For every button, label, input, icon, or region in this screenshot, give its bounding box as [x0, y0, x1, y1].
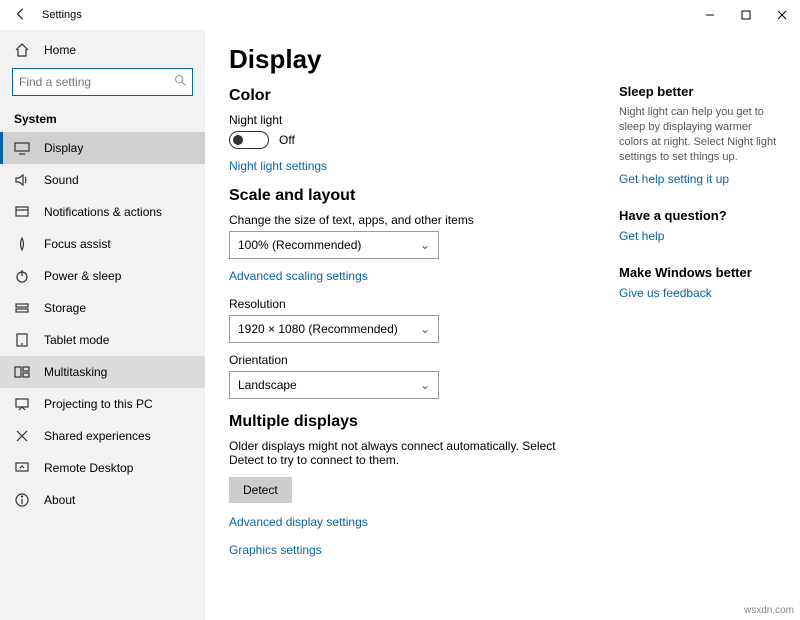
chevron-down-icon: ⌄ [420, 238, 430, 252]
sidebar-item-label: Storage [44, 301, 86, 315]
sidebar-item-multitasking[interactable]: Multitasking [0, 356, 205, 388]
orientation-value: Landscape [238, 378, 297, 392]
shared-icon [14, 428, 30, 444]
sidebar-item-projecting[interactable]: Projecting to this PC [0, 388, 205, 420]
scale-size-label: Change the size of text, apps, and other… [229, 213, 619, 227]
sidebar-item-label: Tablet mode [44, 333, 109, 347]
tablet-icon [14, 332, 30, 348]
chevron-down-icon: ⌄ [420, 322, 430, 336]
home-label: Home [44, 43, 76, 57]
sidebar-group-label: System [0, 108, 205, 132]
advanced-scaling-link[interactable]: Advanced scaling settings [229, 269, 619, 283]
scale-dropdown[interactable]: 100% (Recommended) ⌄ [229, 231, 439, 259]
sidebar-item-about[interactable]: About [0, 484, 205, 516]
toggle-state: Off [279, 133, 295, 147]
display-icon [14, 140, 30, 156]
sidebar-item-label: Power & sleep [44, 269, 121, 283]
get-help-link[interactable]: Get help [619, 229, 781, 243]
minimize-button[interactable] [692, 0, 728, 30]
night-light-toggle[interactable] [229, 131, 269, 149]
about-icon [14, 492, 30, 508]
sidebar-item-power-sleep[interactable]: Power & sleep [0, 260, 205, 292]
titlebar: Settings [0, 0, 800, 30]
search-icon [174, 74, 187, 90]
sidebar-item-shared-experiences[interactable]: Shared experiences [0, 420, 205, 452]
detect-button[interactable]: Detect [229, 477, 292, 503]
home-icon [14, 42, 30, 58]
right-column: Sleep better Night light can help you ge… [619, 44, 789, 620]
search-field[interactable] [19, 75, 174, 89]
window-title: Settings [42, 9, 82, 21]
multiple-displays-desc: Older displays might not always connect … [229, 439, 589, 467]
sidebar-item-label: Notifications & actions [44, 205, 162, 219]
notifications-icon [14, 204, 30, 220]
sleep-better-desc: Night light can help you get to sleep by… [619, 105, 781, 164]
sidebar-item-label: Shared experiences [44, 429, 151, 443]
back-icon[interactable] [14, 7, 28, 24]
multitasking-icon [14, 364, 30, 380]
sidebar-item-label: Projecting to this PC [44, 397, 153, 411]
sidebar-item-label: About [44, 493, 75, 507]
sidebar-item-label: Display [44, 141, 83, 155]
search-input[interactable] [12, 68, 193, 96]
question-heading: Have a question? [619, 208, 781, 223]
chevron-down-icon: ⌄ [420, 378, 430, 392]
orientation-label: Orientation [229, 353, 619, 367]
power-icon [14, 268, 30, 284]
multiple-displays-heading: Multiple displays [229, 413, 619, 431]
scale-value: 100% (Recommended) [238, 238, 361, 252]
sidebar-item-focus-assist[interactable]: Focus assist [0, 228, 205, 260]
projecting-icon [14, 396, 30, 412]
advanced-display-link[interactable]: Advanced display settings [229, 515, 619, 529]
sidebar-item-label: Sound [44, 173, 79, 187]
sleep-better-heading: Sleep better [619, 84, 781, 99]
close-button[interactable] [764, 0, 800, 30]
sidebar-item-label: Focus assist [44, 237, 111, 251]
orientation-dropdown[interactable]: Landscape ⌄ [229, 371, 439, 399]
focus-assist-icon [14, 236, 30, 252]
sidebar: Home System Display Sound Notifications [0, 30, 205, 620]
sidebar-item-sound[interactable]: Sound [0, 164, 205, 196]
resolution-value: 1920 × 1080 (Recommended) [238, 322, 398, 336]
page-title: Display [229, 44, 619, 75]
resolution-dropdown[interactable]: 1920 × 1080 (Recommended) ⌄ [229, 315, 439, 343]
color-heading: Color [229, 87, 619, 105]
sidebar-item-label: Multitasking [44, 365, 107, 379]
sidebar-item-tablet-mode[interactable]: Tablet mode [0, 324, 205, 356]
night-light-settings-link[interactable]: Night light settings [229, 159, 619, 173]
home-button[interactable]: Home [0, 36, 205, 68]
make-better-heading: Make Windows better [619, 265, 781, 280]
sidebar-item-label: Remote Desktop [44, 461, 133, 475]
graphics-settings-link[interactable]: Graphics settings [229, 543, 619, 557]
sleep-better-link[interactable]: Get help setting it up [619, 172, 781, 186]
sound-icon [14, 172, 30, 188]
storage-icon [14, 300, 30, 316]
resolution-label: Resolution [229, 297, 619, 311]
sidebar-item-notifications[interactable]: Notifications & actions [0, 196, 205, 228]
settings-window: Settings Home System Display [0, 0, 800, 620]
night-light-label: Night light [229, 113, 619, 127]
scale-heading: Scale and layout [229, 187, 619, 205]
remote-desktop-icon [14, 460, 30, 476]
content-area: Display Color Night light Off Night ligh… [229, 44, 619, 620]
sidebar-item-remote-desktop[interactable]: Remote Desktop [0, 452, 205, 484]
feedback-link[interactable]: Give us feedback [619, 286, 781, 300]
sidebar-item-display[interactable]: Display [0, 132, 205, 164]
watermark: wsxdn.com [744, 605, 794, 616]
sidebar-item-storage[interactable]: Storage [0, 292, 205, 324]
maximize-button[interactable] [728, 0, 764, 30]
